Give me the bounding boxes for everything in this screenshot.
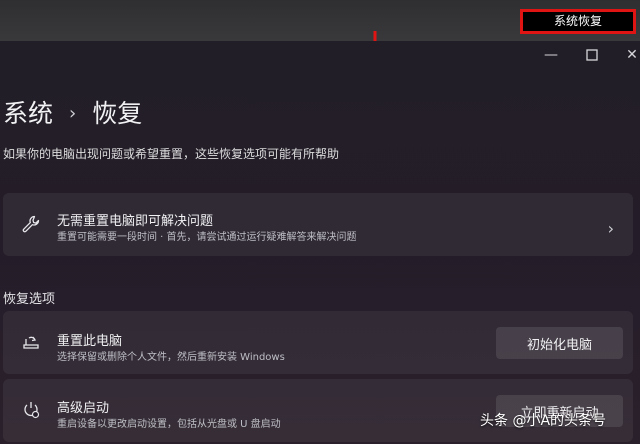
section-label: 恢复选项	[3, 292, 56, 307]
advanced-startup-title: 高级启动	[57, 401, 110, 416]
chevron-right-icon: ›	[69, 102, 77, 124]
reset-pc-card: 重置此电脑 选择保留或删除个人文件，然后重新安装 Windows 初始化电脑	[3, 311, 633, 374]
troubleshoot-description: 重置可能需要一段时间 · 首先，请尝试通过运行疑难解答来解决问题	[57, 232, 357, 243]
reset-pc-title: 重置此电脑	[57, 334, 123, 349]
breadcrumb: 系统 › 恢复	[3, 94, 142, 130]
system-recovery-callout: 系统恢复	[520, 9, 636, 34]
wrench-icon	[22, 215, 40, 233]
reset-pc-description: 选择保留或删除个人文件，然后重新安装 Windows	[57, 352, 285, 363]
minimize-icon[interactable]: —	[544, 48, 558, 62]
close-icon[interactable]: ✕	[625, 48, 639, 62]
advanced-startup-icon	[24, 402, 40, 419]
page-subtitle: 如果你的电脑出现问题或希望重置，这些恢复选项可能有所帮助	[3, 147, 340, 161]
initialize-pc-button[interactable]: 初始化电脑	[496, 327, 623, 359]
troubleshoot-card[interactable]: 无需重置电脑即可解决问题 重置可能需要一段时间 · 首先，请尝试通过运行疑难解答…	[3, 193, 633, 256]
watermark: 头条 @小A的头条号	[480, 413, 607, 429]
troubleshoot-title: 无需重置电脑即可解决问题	[57, 214, 214, 229]
chevron-right-icon: ›	[607, 219, 614, 238]
maximize-icon[interactable]	[585, 48, 599, 62]
page-title: 恢复	[92, 99, 143, 128]
advanced-startup-description: 重启设备以更改启动设置，包括从光盘或 U 盘启动	[57, 419, 281, 430]
reset-pc-icon	[23, 336, 39, 349]
breadcrumb-parent[interactable]: 系统	[3, 94, 53, 130]
